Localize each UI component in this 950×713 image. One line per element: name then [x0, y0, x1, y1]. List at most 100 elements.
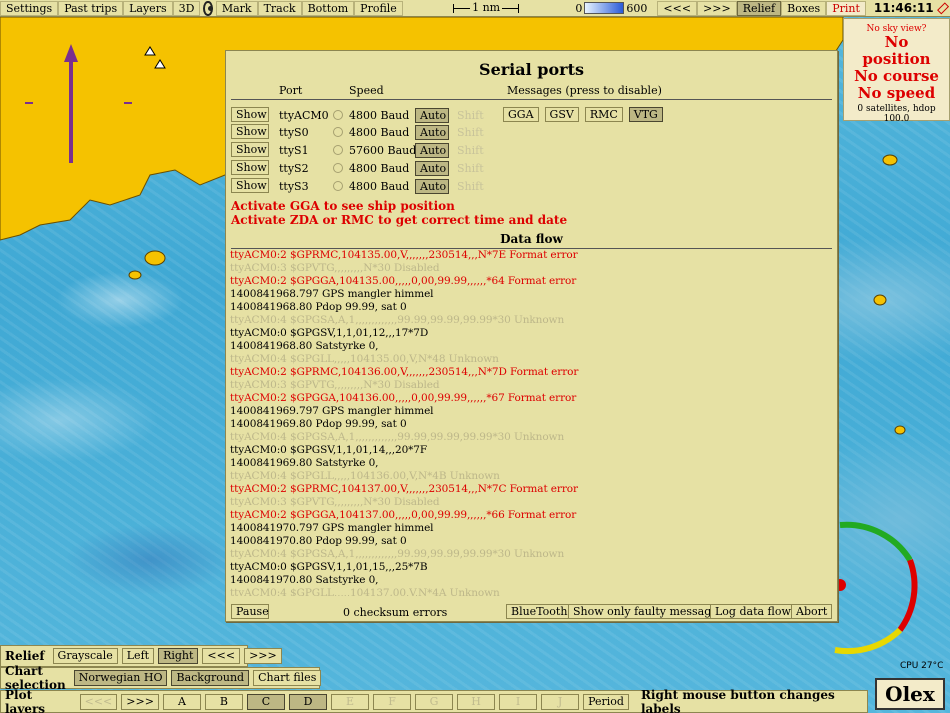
- past-trips-button[interactable]: Past trips: [58, 0, 124, 16]
- 3d-button[interactable]: 3D: [172, 0, 201, 16]
- zoom-back-button[interactable]: <<<: [657, 0, 698, 16]
- rmc-button[interactable]: RMC: [584, 107, 623, 122]
- data-flow-line: ttyACM0:2 $GPRMC,104135.00,V,,,,,,,23051…: [230, 249, 578, 261]
- plot-forward-button[interactable]: >>>: [121, 693, 159, 710]
- track-button[interactable]: Track: [257, 0, 302, 16]
- data-flow-line: 1400841968.80 Pdop 99.99, sat 0: [230, 301, 407, 313]
- data-flow-line: ttyACM0:0 $GPGSV,1,1,01,15,,,25*7B: [230, 561, 428, 573]
- port-header: Port: [279, 84, 303, 97]
- show-button[interactable]: Show: [231, 142, 269, 157]
- port-radio[interactable]: [333, 110, 343, 120]
- port-row: Show ttyACM0 4800 Baud Auto Shift: [231, 107, 501, 123]
- layer-a-button[interactable]: A: [162, 693, 201, 710]
- data-flow-line: ttyACM0:3 $GPVTG,,,,,,,,,N*30 Disabled: [230, 496, 440, 508]
- chart-files-button[interactable]: Chart files: [253, 670, 322, 686]
- relief-toggle[interactable]: Relief: [736, 0, 782, 16]
- left-button[interactable]: Left: [121, 648, 155, 664]
- satellite-info: 0 satellites, hdop 100.0: [857, 104, 936, 124]
- gga-button[interactable]: GGA: [503, 107, 539, 122]
- relief-label: Relief: [5, 649, 45, 663]
- port-name: ttyS2: [279, 162, 309, 175]
- bluetooth-button[interactable]: BlueTooth: [506, 604, 573, 619]
- port-radio[interactable]: [333, 145, 343, 155]
- layer-h-button[interactable]: H: [457, 693, 496, 710]
- plot-back-button[interactable]: <<<: [79, 693, 118, 710]
- port-speed[interactable]: 57600 Baud: [349, 144, 416, 157]
- print-button[interactable]: Print: [826, 0, 866, 16]
- data-flow-line: 1400841968.80 Satstyrke 0,: [230, 340, 379, 352]
- data-flow-line: ttyACM0:2 $GPGGA,104137.00,,,,,0,00,99.9…: [230, 509, 577, 521]
- status-no: No: [884, 33, 909, 51]
- olex-logo[interactable]: Olex: [875, 678, 945, 710]
- checksum-count: 0 checksum errors: [343, 606, 448, 619]
- layer-b-button[interactable]: B: [204, 693, 243, 710]
- depth-max: 600: [626, 1, 648, 15]
- show-button[interactable]: Show: [231, 107, 269, 122]
- period-button[interactable]: Period: [583, 693, 629, 710]
- data-flow-line: 1400841969.80 Pdop 99.99, sat 0: [230, 418, 407, 430]
- scale-bar: 1 nm: [452, 0, 520, 16]
- depth-legend: 0 600: [575, 2, 647, 15]
- faulty-messages-button[interactable]: Show only faulty messages: [568, 604, 729, 619]
- compass-icon[interactable]: [203, 0, 214, 16]
- layer-j-button[interactable]: J: [541, 693, 580, 710]
- layer-d-button[interactable]: D: [288, 693, 327, 710]
- vtg-button[interactable]: VTG: [628, 107, 663, 122]
- data-flow-line: ttyACM0:2 $GPRMC,104137.00,V,,,,,,,23051…: [230, 483, 578, 495]
- port-speed[interactable]: 4800 Baud: [349, 180, 409, 193]
- port-row: Show ttyS1 57600 Baud Auto Shift: [231, 142, 501, 158]
- auto-button[interactable]: Auto: [415, 179, 449, 194]
- port-radio[interactable]: [333, 127, 343, 137]
- auto-button[interactable]: Auto: [415, 161, 449, 176]
- speed-header: Speed: [349, 84, 384, 97]
- show-button[interactable]: Show: [231, 160, 269, 175]
- layer-i-button[interactable]: I: [499, 693, 538, 710]
- bottom-button[interactable]: Bottom: [301, 0, 355, 16]
- norwegian-ho-button[interactable]: Norwegian HO: [73, 670, 168, 686]
- auto-button[interactable]: Auto: [415, 125, 449, 140]
- abort-button[interactable]: Abort: [791, 604, 833, 619]
- background-button[interactable]: Background: [171, 670, 250, 686]
- port-speed[interactable]: 4800 Baud: [349, 126, 409, 139]
- status-no-course: No course: [854, 67, 939, 85]
- gsv-button[interactable]: GSV: [544, 107, 579, 122]
- layer-c-button[interactable]: C: [246, 693, 285, 710]
- auto-button[interactable]: Auto: [415, 108, 449, 123]
- auto-button[interactable]: Auto: [415, 143, 449, 158]
- port-radio[interactable]: [333, 163, 343, 173]
- port-row: Show ttyS0 4800 Baud Auto Shift: [231, 124, 501, 140]
- port-radio[interactable]: [333, 181, 343, 191]
- shift-label: Shift: [457, 126, 484, 139]
- show-button[interactable]: Show: [231, 178, 269, 193]
- data-flow-line: ttyACM0:4 $GPGSA,A,1,,,,,,,,,,,,,99.99,9…: [230, 314, 565, 326]
- grayscale-button[interactable]: Grayscale: [52, 648, 118, 664]
- serial-ports-dialog: Serial ports Port Speed Messages (press …: [225, 50, 838, 622]
- log-data-flow-button[interactable]: Log data flow: [710, 604, 796, 619]
- data-flow-line: 1400841968.797 GPS mangler himmel: [230, 288, 434, 300]
- profile-button[interactable]: Profile: [354, 0, 403, 16]
- relief-back-button[interactable]: <<<: [202, 648, 241, 664]
- mark-button[interactable]: Mark: [215, 0, 258, 16]
- alarm-diamond-icon[interactable]: [936, 1, 949, 15]
- depth-min: 0: [575, 1, 583, 15]
- data-flow-line: ttyACM0:3 $GPVTG,,,,,,,,,N*30 Disabled: [230, 379, 440, 391]
- show-button[interactable]: Show: [231, 124, 269, 139]
- top-toolbar: Settings Past trips Layers 3D Mark Track…: [0, 0, 950, 17]
- gga-warning: Activate GGA to see ship position: [231, 199, 455, 213]
- port-speed[interactable]: 4800 Baud: [349, 109, 409, 122]
- right-button[interactable]: Right: [158, 648, 199, 664]
- cpu-temperature: CPU 27°C: [900, 661, 944, 671]
- data-flow-line: 1400841969.797 GPS mangler himmel: [230, 405, 434, 417]
- layers-button[interactable]: Layers: [123, 0, 173, 16]
- layer-f-button[interactable]: F: [373, 693, 412, 710]
- settings-button[interactable]: Settings: [0, 0, 59, 16]
- status-position: position: [862, 50, 931, 68]
- data-flow-log[interactable]: ttyACM0:2 $GPRMC,104135.00,V,,,,,,,23051…: [230, 249, 830, 596]
- boxes-button[interactable]: Boxes: [781, 0, 827, 16]
- relief-forward-button[interactable]: >>>: [244, 648, 282, 664]
- layer-e-button[interactable]: E: [331, 693, 370, 710]
- port-speed[interactable]: 4800 Baud: [349, 162, 409, 175]
- layer-g-button[interactable]: G: [415, 693, 454, 710]
- pause-button[interactable]: Pause: [231, 604, 269, 619]
- zoom-forward-button[interactable]: >>>: [697, 0, 737, 16]
